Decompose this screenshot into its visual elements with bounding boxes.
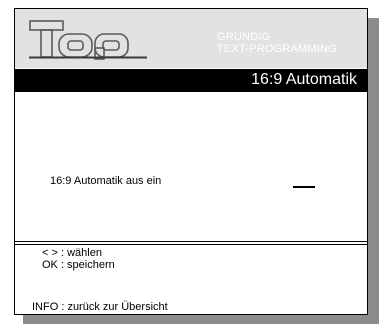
divider-bottom bbox=[15, 244, 367, 245]
help-select: < > : wählen bbox=[42, 247, 102, 259]
value-cursor-bar bbox=[293, 186, 315, 188]
osd-panel: GRUNDIG TEXT-PROGRAMMING 16:9 Automatik … bbox=[14, 8, 368, 315]
header-area: GRUNDIG TEXT-PROGRAMMING bbox=[15, 9, 367, 68]
brand-line-2: TEXT-PROGRAMMING bbox=[217, 43, 337, 55]
option-row-16-9-automatik[interactable]: 16:9 Automatik aus ein bbox=[50, 173, 350, 195]
help-text: < > : wählen OK : speichern bbox=[42, 247, 115, 271]
option-value-selector[interactable] bbox=[282, 173, 322, 195]
brand-line-1: GRUNDIG bbox=[217, 31, 271, 43]
help-save: OK : speichern bbox=[42, 259, 115, 271]
title-bar: 16:9 Automatik bbox=[15, 69, 367, 92]
top-logo bbox=[29, 20, 147, 60]
divider-top bbox=[15, 241, 367, 242]
brand-text: GRUNDIG TEXT-PROGRAMMING bbox=[217, 31, 337, 55]
option-label: 16:9 Automatik aus ein bbox=[50, 175, 162, 187]
info-hint: INFO : zurück zur Übersicht bbox=[32, 301, 168, 313]
page-title: 16:9 Automatik bbox=[251, 71, 357, 88]
